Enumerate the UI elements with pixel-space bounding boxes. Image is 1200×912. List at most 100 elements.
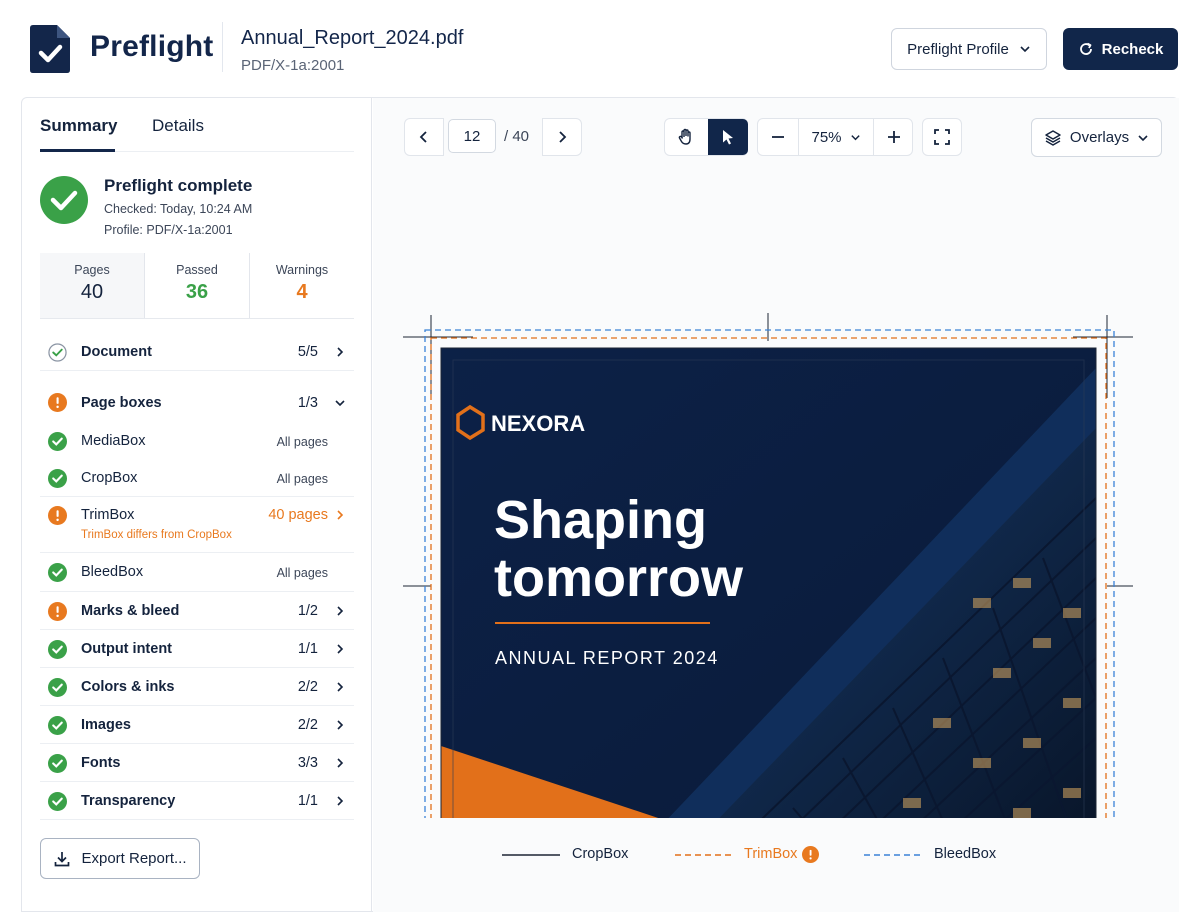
refresh-icon (1079, 42, 1092, 55)
preview-headline-1: Shaping (494, 490, 707, 550)
check-note: TrimBox differs from CropBox (81, 529, 232, 541)
file-standard: PDF/X-1a:2001 (241, 57, 345, 74)
bleedbox-legend-swatch (864, 854, 922, 856)
check-row-trimbox[interactable]: TrimBox 40 pages TrimBox differs from Cr… (40, 497, 354, 553)
chevron-left-icon (419, 131, 427, 143)
stat-passed: Passed 36 (144, 253, 249, 318)
check-label: Transparency (81, 793, 176, 809)
zoom-in-button[interactable] (874, 119, 914, 155)
preview-subtitle: ANNUAL REPORT 2024 (495, 648, 719, 668)
check-count: 1/1 (297, 641, 318, 657)
check-label: Fonts (81, 755, 121, 771)
check-count: 2/2 (297, 717, 318, 733)
select-tool-button[interactable] (708, 119, 748, 155)
check-row-marks-bleed[interactable]: Marks & bleed 1/2 (40, 592, 354, 630)
preflight-profile-button[interactable]: Preflight Profile (891, 28, 1047, 70)
stat-pages: Pages 40 (40, 253, 144, 318)
check-circle-icon (48, 469, 67, 488)
check-row-fonts[interactable]: Fonts 3/3 (40, 744, 354, 782)
tool-switcher (664, 118, 748, 156)
chevron-right-icon (337, 347, 344, 357)
check-label: Document (81, 344, 152, 360)
prev-page-button[interactable] (404, 118, 444, 156)
check-circle-icon (48, 754, 67, 773)
check-circle-icon (48, 716, 67, 735)
check-circle-icon (48, 432, 67, 451)
tab-summary[interactable]: Summary (40, 116, 117, 136)
zoom-out-button[interactable] (758, 119, 798, 155)
minus-icon (772, 136, 784, 138)
check-count: 1/2 (297, 603, 318, 619)
chevron-right-icon (559, 131, 567, 143)
check-count: 5/5 (297, 344, 318, 360)
stat-pages-label: Pages (74, 263, 110, 277)
chevron-down-icon (850, 134, 860, 140)
check-count: 1/3 (297, 395, 318, 411)
zoom-select[interactable]: 75% (798, 119, 874, 155)
check-row-output-intent[interactable]: Output intent 1/1 (40, 630, 354, 668)
preflight-profile-label: Preflight Profile (907, 40, 1009, 58)
overlays-label: Overlays (1069, 129, 1130, 146)
check-circle-icon (48, 640, 67, 659)
check-row-transparency[interactable]: Transparency 1/1 (40, 782, 354, 820)
active-tab-indicator (40, 149, 115, 152)
page-canvas[interactable]: NEXORA Shaping tomorrow ANNUAL REPORT 20… (373, 198, 1179, 818)
legend-bleedbox: BleedBox (934, 846, 997, 862)
stat-passed-value: 36 (185, 281, 209, 303)
check-row-colors-inks[interactable]: Colors & inks 2/2 (40, 668, 354, 706)
legend-trimbox: TrimBox (744, 846, 798, 862)
tab-details[interactable]: Details (152, 116, 204, 136)
warning-icon (802, 846, 819, 863)
check-label: Marks & bleed (81, 603, 180, 619)
check-row-mediabox[interactable]: MediaBox All pages (40, 422, 354, 460)
check-row-bleedbox[interactable]: BleedBox All pages (40, 553, 354, 592)
check-circle-icon (48, 792, 67, 811)
cropbox-legend-swatch (502, 854, 560, 856)
fullscreen-button[interactable] (922, 118, 962, 156)
stats-summary: Pages 40 Passed 36 Warnings 4 (40, 253, 354, 319)
check-row-images[interactable]: Images 2/2 (40, 706, 354, 744)
zoom-value: 75% (811, 128, 842, 146)
chevron-right-icon (337, 758, 344, 768)
status-profile: Profile: PDF/X-1a:2001 (104, 223, 233, 237)
stat-pages-value: 40 (80, 281, 104, 303)
document-viewer: / 40 75% (373, 98, 1179, 912)
warning-icon (48, 506, 67, 525)
app-brand: Preflight (90, 30, 214, 63)
check-row-page-boxes[interactable]: Page boxes 1/3 (40, 371, 354, 422)
check-row-document[interactable]: Document 5/5 (40, 335, 354, 371)
check-scope: 40 pages (268, 507, 328, 523)
fullscreen-control (923, 119, 961, 155)
stat-passed-label: Passed (176, 263, 218, 277)
preflight-logo-icon (30, 25, 70, 73)
hand-tool-button[interactable] (665, 119, 707, 155)
sidebar: Summary Details Preflight complete Check… (22, 98, 372, 912)
chevron-down-icon (1020, 46, 1030, 53)
recheck-button[interactable]: Recheck (1063, 28, 1178, 70)
check-scope: All pages (276, 566, 328, 580)
status-title: Preflight complete (104, 176, 253, 195)
check-circle-icon (48, 563, 67, 582)
download-icon (55, 851, 70, 866)
check-row-cropbox[interactable]: CropBox All pages (40, 460, 354, 497)
overlays-dropdown[interactable]: Overlays (1031, 118, 1162, 157)
chevron-right-icon (337, 606, 344, 616)
stat-warnings: Warnings 4 (249, 253, 354, 318)
chevron-down-icon (335, 400, 345, 407)
pointer-icon (723, 130, 733, 145)
fullscreen-icon (934, 129, 950, 145)
main-panel: Summary Details Preflight complete Check… (21, 97, 1179, 912)
success-check-icon (40, 176, 88, 224)
check-label: TrimBox (81, 507, 135, 523)
page-number-input[interactable] (448, 119, 496, 153)
status-checked-time: Checked: Today, 10:24 AM (104, 202, 253, 216)
check-label: BleedBox (81, 564, 144, 580)
export-report-button[interactable]: Export Report... (40, 838, 200, 879)
legend-cropbox: CropBox (572, 846, 629, 862)
app-header: Preflight Annual_Report_2024.pdf PDF/X-1… (0, 0, 1200, 96)
check-count: 2/2 (297, 679, 318, 695)
chevron-right-icon (337, 796, 344, 806)
chevron-right-icon (337, 682, 344, 692)
next-page-button[interactable] (542, 118, 582, 156)
check-circle-icon (48, 678, 67, 697)
